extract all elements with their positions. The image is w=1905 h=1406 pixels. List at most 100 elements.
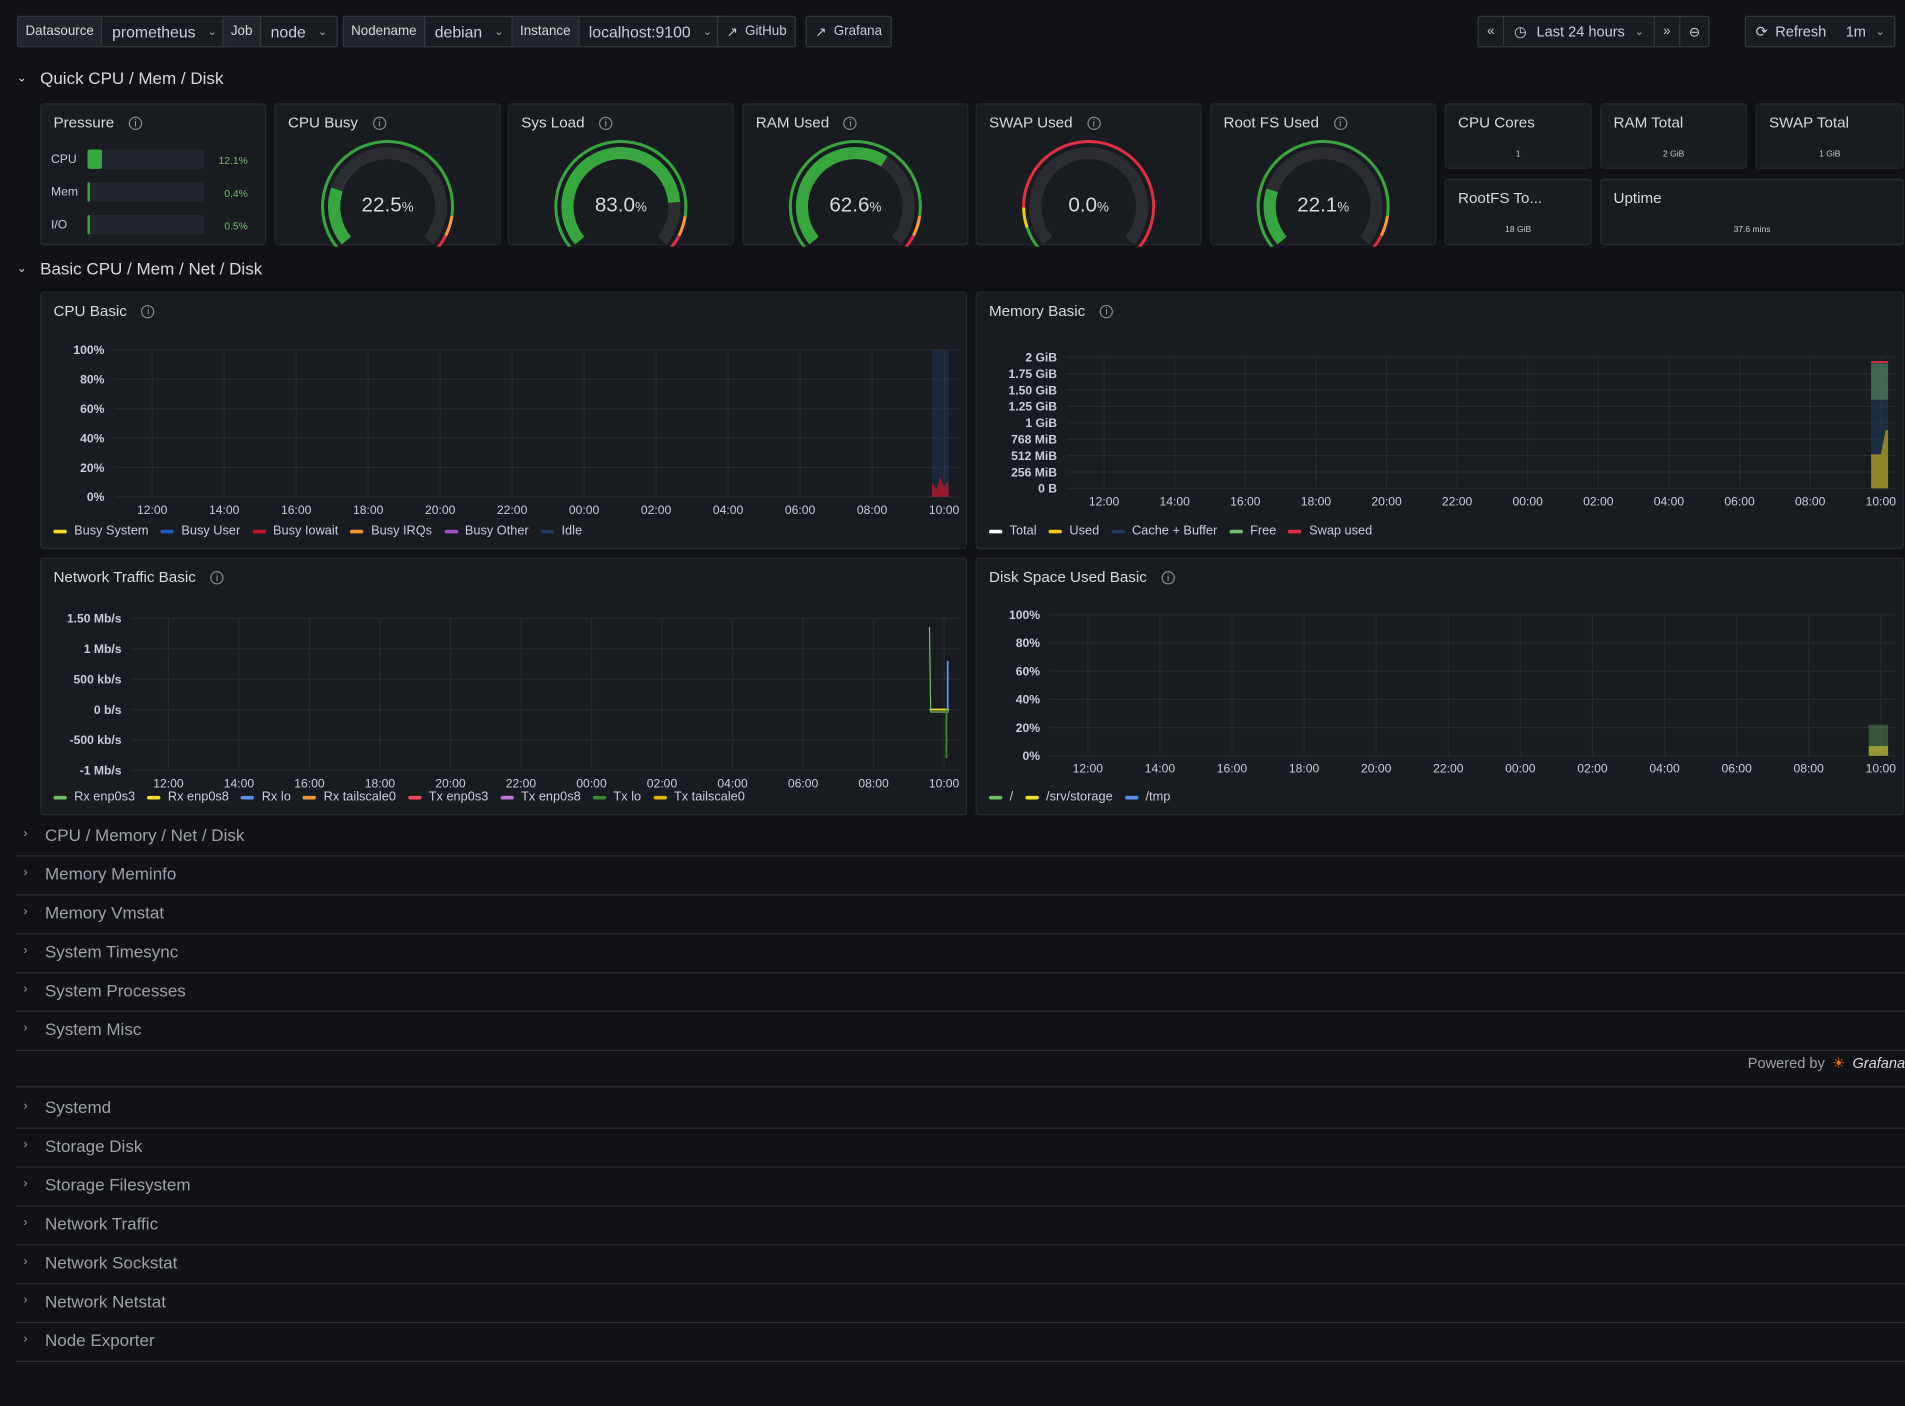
chevron-down-icon: ⌄: [16, 71, 27, 85]
github-link[interactable]: ↗ GitHub: [716, 15, 797, 48]
refresh-interval-picker[interactable]: 1m ⌄: [1836, 17, 1895, 46]
x-tick-label: 16:00: [281, 503, 312, 517]
x-tick-label: 12:00: [1089, 494, 1120, 508]
collapsed-row[interactable]: › Node Exporter: [15, 1323, 1905, 1363]
legend-item[interactable]: Tx enp0s8: [500, 790, 581, 804]
x-tick-label: 20:00: [435, 776, 466, 790]
collapsed-row[interactable]: › System Processes: [15, 973, 1905, 1013]
x-tick-label: 14:00: [209, 503, 240, 517]
nodename-value: debian: [434, 22, 483, 41]
gauge-unit: %: [1097, 200, 1109, 216]
legend-swatch: [653, 795, 667, 800]
chevron-down-icon: ⌄: [494, 24, 504, 38]
legend-item[interactable]: Idle: [540, 524, 582, 538]
chevron-down-icon: ⌄: [317, 24, 328, 38]
gauge-svg: [321, 140, 455, 247]
legend-item[interactable]: Cache + Buffer: [1111, 524, 1217, 538]
legend-item[interactable]: Tx tailscale0: [653, 790, 745, 804]
disk-chart-svg: 100% 80% 60% 40% 20% 0% 12:00 14:00 16:00 18:00 20…: [1009, 608, 1896, 776]
legend-item[interactable]: Free: [1229, 524, 1276, 538]
chevron-right-icon: ›: [23, 1021, 28, 1036]
legend-item[interactable]: Tx lo: [592, 790, 641, 804]
zoom-out-button[interactable]: ⊖: [1679, 17, 1708, 47]
legend-item[interactable]: Busy Other: [444, 524, 529, 538]
legend-label: Busy User: [181, 523, 241, 539]
x-tick-label: 06:00: [1724, 494, 1755, 508]
y-tick-label: 1.50 Mb/s: [67, 612, 122, 626]
legend-swatch: [147, 795, 161, 800]
legend-item[interactable]: Rx enp0s8: [147, 790, 229, 804]
collapsed-row[interactable]: › System Timesync: [15, 934, 1905, 974]
gauge-number: 83.0: [594, 193, 636, 217]
legend-item[interactable]: Rx enp0s3: [53, 790, 135, 804]
job-picker[interactable]: Job node ⌄: [222, 15, 339, 48]
collapsed-row[interactable]: › Network Traffic: [15, 1206, 1905, 1246]
grafana-label: Grafana: [833, 24, 883, 39]
pressure-panel: Pressure i CPU 12.1% Mem 0.4% I/O 0.5%: [40, 103, 267, 246]
legend-item[interactable]: Busy System: [53, 523, 149, 539]
legend-label: Busy System: [74, 523, 149, 539]
row-basic-header[interactable]: ⌄ Basic CPU / Mem / Net / Disk: [16, 259, 262, 278]
y-tick-label: 0 B: [1038, 482, 1057, 496]
time-forward-button[interactable]: »: [1653, 17, 1679, 47]
legend-swatch: [350, 529, 364, 534]
row-title: Memory Meminfo: [44, 863, 177, 883]
y-tick-label: 1.25 GiB: [1008, 400, 1057, 414]
legend-label: /srv/storage: [1046, 789, 1113, 805]
collapsed-row[interactable]: › CPU / Memory / Net / Disk: [15, 818, 1905, 857]
y-tick-label: 1.50 GiB: [1008, 383, 1057, 397]
legend-item[interactable]: /: [989, 790, 1013, 804]
legend-item[interactable]: Swap used: [1288, 524, 1372, 538]
collapsed-row[interactable]: › Storage Filesystem: [15, 1168, 1905, 1207]
datasource-picker[interactable]: Datasource prometheus ⌄: [17, 15, 228, 48]
legend-label: Tx enp0s3: [428, 789, 489, 805]
pressure-bar: [87, 149, 205, 169]
nodename-picker[interactable]: Nodename debian ⌄: [342, 15, 515, 48]
legend-item[interactable]: /srv/storage: [1025, 789, 1113, 805]
collapsed-row[interactable]: › Network Sockstat: [15, 1245, 1905, 1285]
time-range-picker[interactable]: ◷ Last 24 hours ⌄: [1504, 17, 1653, 46]
x-tick-label: 02:00: [641, 503, 672, 517]
gauge-svg: [1022, 140, 1156, 247]
legend-item[interactable]: Busy Iowait: [252, 524, 338, 538]
collapsed-row[interactable]: › Memory Vmstat: [15, 895, 1905, 935]
legend-item[interactable]: Busy User: [160, 523, 241, 539]
info-icon[interactable]: i: [128, 116, 143, 130]
y-tick-label: 40%: [1016, 693, 1041, 707]
refresh-interval: 1m: [1845, 23, 1866, 41]
collapsed-row[interactable]: › Memory Meminfo: [15, 857, 1905, 896]
net-chart-panel: Network Traffic Basic i 1.50 Mb/s 1 Mb/s 500…: [40, 557, 968, 816]
legend-item[interactable]: Total: [989, 524, 1037, 538]
pressure-title: Pressure: [53, 114, 115, 132]
x-tick-label: 18:00: [1289, 762, 1320, 776]
legend-label: /tmp: [1145, 789, 1171, 805]
time-back-button[interactable]: «: [1479, 17, 1505, 47]
grafana-link[interactable]: ↗ Grafana: [805, 15, 892, 48]
x-tick-label: 00:00: [569, 503, 600, 517]
chevron-down-icon: ⌄: [207, 24, 217, 38]
swap-total-title: SWAP Total: [1769, 114, 1849, 132]
x-tick-label: 22:00: [1433, 762, 1464, 776]
collapsed-row[interactable]: › Systemd: [15, 1090, 1905, 1129]
pressure-row-label: I/O: [51, 218, 68, 233]
pressure-bar-fill: [87, 149, 102, 169]
collapsed-row[interactable]: › Network Netstat: [15, 1284, 1905, 1324]
legend-item[interactable]: Busy IRQs: [350, 524, 432, 538]
instance-picker[interactable]: Instance localhost:9100 ⌄: [511, 15, 723, 48]
collapsed-row[interactable]: › Storage Disk: [15, 1129, 1905, 1168]
row-title: Node Exporter: [44, 1329, 155, 1350]
legend-item[interactable]: Rx tailscale0: [302, 790, 396, 804]
legend-item[interactable]: Tx enp0s3: [408, 789, 489, 805]
collapsed-row[interactable]: › System Misc: [15, 1012, 1905, 1051]
x-tick-label: 08:00: [858, 776, 889, 790]
chevron-down-icon: ⌄: [1634, 24, 1644, 38]
refresh-button[interactable]: ⟳ Refresh: [1746, 17, 1836, 46]
legend-item[interactable]: /tmp: [1124, 789, 1171, 805]
y-tick-label: 80%: [80, 373, 105, 387]
row-quick-header[interactable]: ⌄ Quick CPU / Mem / Disk: [16, 68, 224, 87]
y-tick-label: 80%: [1016, 636, 1041, 650]
y-tick-label: 20%: [1016, 721, 1041, 735]
x-tick-label: 00:00: [576, 776, 607, 790]
legend-item[interactable]: Used: [1048, 524, 1099, 538]
legend-item[interactable]: Rx lo: [241, 790, 291, 804]
